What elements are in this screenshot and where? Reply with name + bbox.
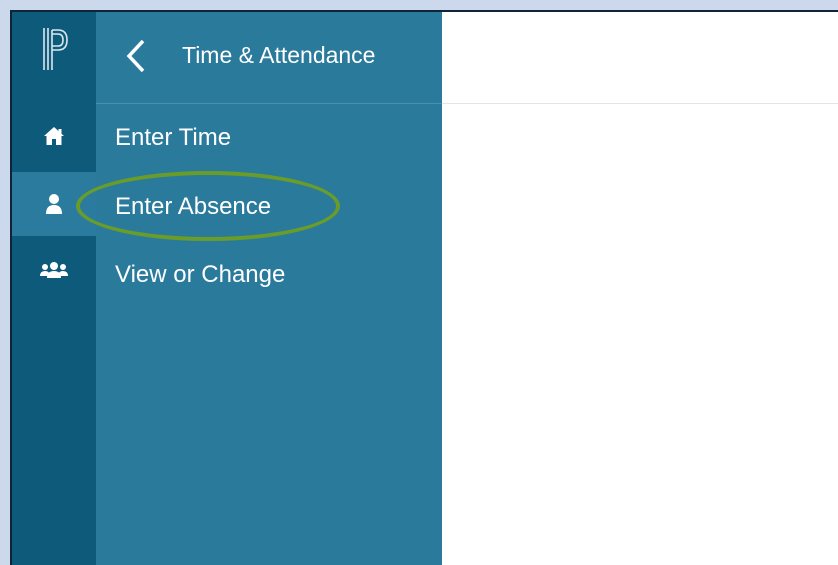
main-content-area <box>442 104 838 565</box>
menu-item-enter-absence[interactable]: Enter Absence <box>115 187 271 227</box>
group-icon <box>40 262 68 278</box>
home-icon <box>44 127 64 145</box>
person-icon <box>46 194 62 214</box>
app-window: Time & Attendance Enter Time Enter Absen… <box>10 10 838 565</box>
main-header-bar <box>442 12 838 104</box>
panel-header: Time & Attendance <box>96 12 442 104</box>
menu-item-view-or-change[interactable]: View or Change <box>115 255 285 295</box>
rail-group-button[interactable] <box>12 238 96 302</box>
chevron-left-icon <box>126 39 145 73</box>
powerschool-logo-icon <box>43 28 68 70</box>
rail-home-button[interactable] <box>12 104 96 168</box>
back-button[interactable] <box>120 36 152 76</box>
menu-item-enter-time[interactable]: Enter Time <box>115 118 231 158</box>
icon-rail <box>12 12 96 565</box>
panel-title: Time & Attendance <box>182 42 376 68</box>
rail-person-button[interactable] <box>12 172 96 236</box>
navigation-panel: Time & Attendance Enter Time Enter Absen… <box>96 12 442 565</box>
logo[interactable] <box>12 12 96 104</box>
